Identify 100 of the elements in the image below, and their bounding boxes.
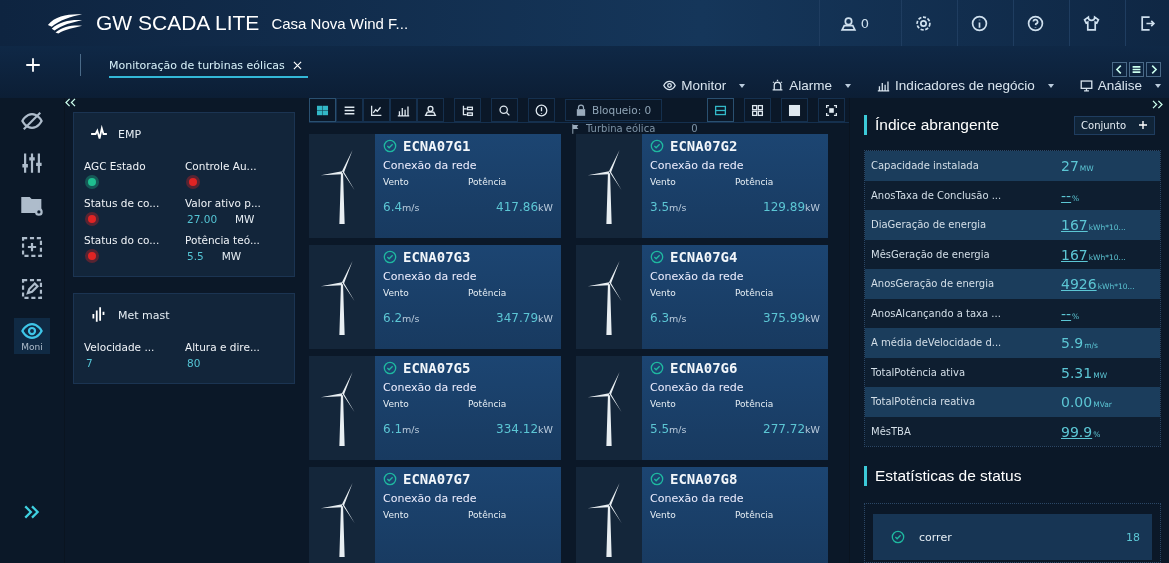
field-unit: MW (221, 250, 242, 262)
turbine-name: ECNA07G4 (670, 249, 738, 265)
turbine-card[interactable]: ECNA07G8 Conexão da rede Vento Potência (576, 467, 828, 563)
check-circle-icon (383, 139, 397, 153)
add-frame-icon (21, 236, 43, 258)
fullscreen-icon (825, 103, 838, 117)
menu-item[interactable]: Monitor (663, 78, 746, 93)
wind-label: Vento (383, 510, 410, 520)
rows-icon (714, 103, 727, 117)
rail-item[interactable]: Moni (14, 318, 50, 354)
menu-item[interactable]: Análise (1079, 78, 1161, 93)
turbine-name: ECNA07G7 (403, 471, 471, 487)
wind-value: 5.5 (650, 422, 670, 436)
check-circle-icon (650, 139, 664, 153)
power-value: 417.86 (496, 200, 539, 214)
user-icon (424, 103, 437, 117)
grid-view-button[interactable] (309, 98, 336, 122)
wind-label: Vento (383, 177, 410, 187)
wind-value: 3.5 (650, 200, 670, 214)
table-layout-button[interactable] (781, 98, 808, 122)
fullscreen-layout-button[interactable] (818, 98, 845, 122)
check-circle-icon (383, 472, 397, 486)
site-name: Casa Nova Wind F... (271, 14, 409, 32)
power-label: Potência (468, 288, 508, 298)
power-label: Potência (735, 510, 775, 520)
index-label: AnosTaxa de Conclusão ... (871, 189, 1003, 201)
wind-unit: m/s (669, 424, 687, 435)
index-label: TotalPotência ativa (871, 366, 966, 378)
close-icon (292, 60, 302, 70)
status-item[interactable]: correr 18 (873, 514, 1152, 560)
gear-icon (915, 14, 932, 32)
lock-counter: Bloqueio: 0 (565, 99, 663, 121)
wind-label: Vento (383, 399, 410, 409)
turbine-name: ECNA07G6 (670, 360, 738, 376)
table-icon (788, 103, 801, 117)
index-label: MêsTBA (871, 425, 912, 437)
index-label: MêsGeração de energia (871, 248, 991, 260)
wind-value: 6.3 (650, 311, 670, 325)
eye-icon (21, 320, 43, 342)
wind-turbine-icon (309, 245, 375, 349)
wind-label: Vento (650, 399, 677, 409)
field-value: 7 (86, 357, 93, 369)
turbine-name: ECNA07G8 (670, 471, 738, 487)
turbine-name: ECNA07G1 (403, 138, 471, 154)
section-title: Estatísticas de status (875, 467, 1022, 485)
add-icon (24, 56, 42, 74)
rows-layout-button[interactable] (707, 98, 734, 122)
turbine-card[interactable]: ECNA07G7 Conexão da rede Vento Potência (309, 467, 561, 563)
menu-item[interactable]: Indicadores de negócio (877, 78, 1054, 93)
wind-turbine-icon (309, 467, 375, 563)
turbine-status: Conexão da rede (650, 492, 745, 505)
list-view-button[interactable] (336, 98, 363, 122)
turbine-status: Conexão da rede (383, 381, 478, 394)
tab[interactable]: Monitoração de turbinas eólicas (109, 54, 308, 78)
help-icon (1027, 14, 1044, 32)
card-title: Met mast (118, 308, 170, 322)
power-unit: kW (538, 313, 553, 324)
grid-icon (316, 103, 329, 117)
search-button[interactable] (491, 98, 518, 122)
turbine-status: Conexão da rede (383, 270, 478, 283)
plus-icon (1138, 120, 1148, 130)
check-circle-icon (383, 250, 397, 264)
menu-item[interactable]: Alarme (771, 78, 852, 93)
turbine-name: ECNA07G2 (670, 138, 738, 154)
user-view-button[interactable] (417, 98, 444, 122)
logout-icon (1139, 14, 1156, 32)
app-title: GW SCADA LITE (96, 11, 260, 35)
turbine-card[interactable]: ECNA07G6 Conexão da rede Vento Potência 5.5 m/s 277.72 kW (576, 356, 828, 460)
shirt-icon (1083, 14, 1100, 32)
group-label: Turbina eólica (586, 123, 656, 134)
field-value: 80 (187, 357, 201, 369)
wind-unit: m/s (402, 313, 420, 324)
wind-label: Vento (650, 510, 677, 520)
index-label: Capacidade instalada (871, 160, 980, 172)
info-icon (971, 14, 988, 32)
turbine-card[interactable]: ECNA07G4 Conexão da rede Vento Potência 6.3 m/s 375.99kW (576, 245, 828, 349)
alarm-icon (771, 79, 785, 92)
previous-icon (1112, 62, 1127, 77)
wind-unit: m/s (402, 202, 420, 213)
index-label: TotalPotência reativa (871, 396, 977, 408)
alert-button[interactable] (528, 98, 555, 122)
power-unit: kW (805, 313, 820, 324)
logo-icon (46, 11, 84, 35)
power-label: Potência (468, 177, 508, 187)
line-chart-view-button[interactable] (363, 98, 390, 122)
add-set-button[interactable]: Conjunto (1074, 115, 1155, 135)
power-value: 347.79 (496, 311, 539, 325)
turbine-card[interactable]: ECNA07G3 Conexão da rede Vento Potência 6.2 m/s 347.79kW (309, 245, 561, 349)
field-label: Status do co... (84, 234, 160, 246)
turbine-card[interactable]: ECNA07G5 Conexão da rede Vento Potência 6.1 m/s 334.12 kW (309, 356, 561, 460)
turbine-card[interactable]: ECNA07G2 Conexão da rede Vento Potência 3.5 m/s 129.89kW (576, 134, 828, 238)
index-label: DiaGeração de energia (871, 219, 988, 231)
field-label: Altura e dire... (185, 341, 260, 353)
turbine-card[interactable]: ECNA07G1 Conexão da rede Vento Potência 6.4m/s 417.86kW (309, 134, 561, 238)
tree-button[interactable] (454, 98, 481, 122)
next-icon (1146, 62, 1161, 77)
quad-grid-layout-button[interactable] (744, 98, 771, 122)
wind-unit: m/s (669, 202, 687, 213)
wind-label: Vento (650, 288, 677, 298)
bar-chart-view-button[interactable] (390, 98, 417, 122)
